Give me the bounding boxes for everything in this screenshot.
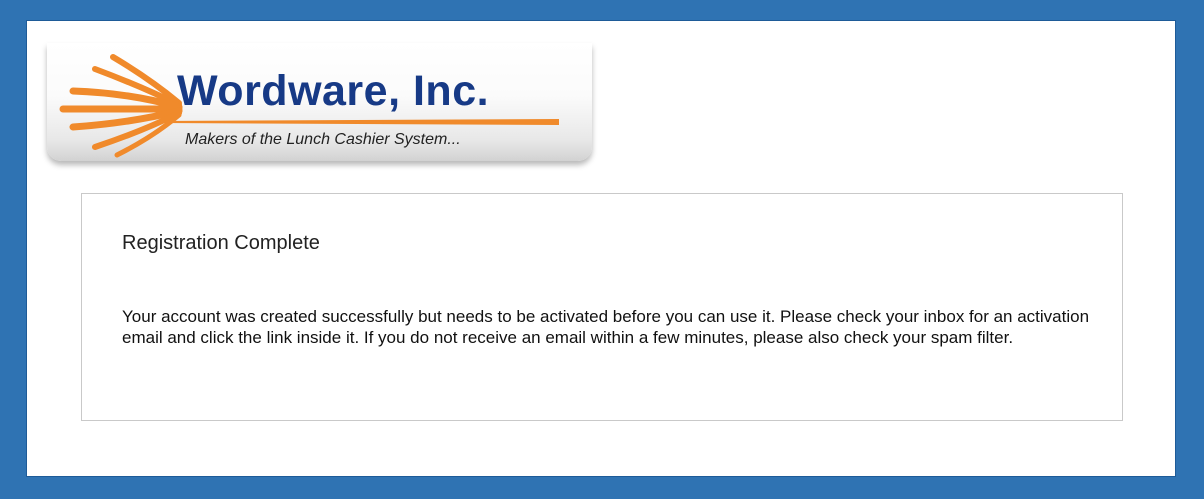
logo-underline <box>159 119 559 125</box>
page-card: Wordware, Inc. Makers of the Lunch Cashi… <box>26 20 1176 477</box>
message-title: Registration Complete <box>122 232 320 254</box>
sunburst-rays-icon <box>59 54 183 158</box>
company-logo-banner: Wordware, Inc. Makers of the Lunch Cashi… <box>47 43 592 161</box>
company-name: Wordware, Inc. <box>177 67 490 115</box>
message-body: Your account was created successfully bu… <box>122 307 1090 347</box>
company-tagline: Makers of the Lunch Cashier System... <box>185 131 461 148</box>
registration-message-box: Registration Complete Your account was c… <box>81 193 1123 421</box>
